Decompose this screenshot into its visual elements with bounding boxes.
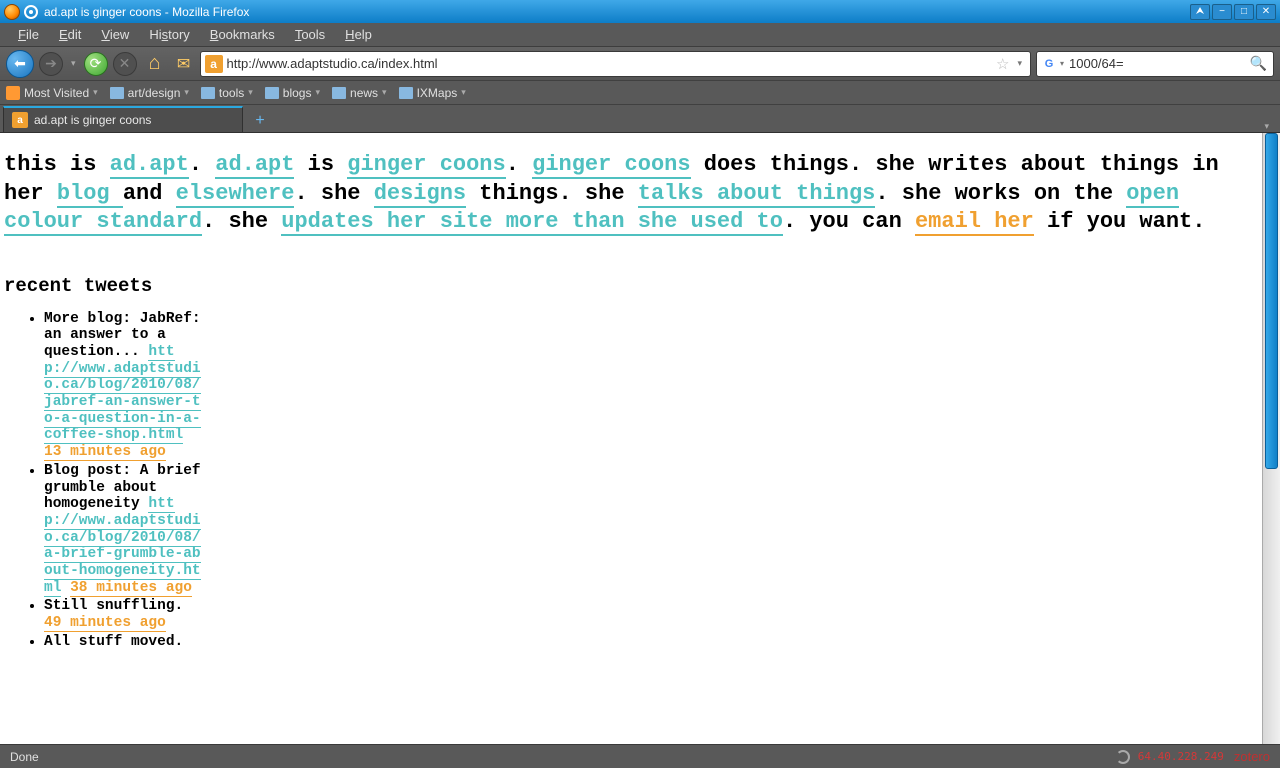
- link-ginger-2[interactable]: ginger coons: [532, 152, 690, 179]
- chevron-down-icon: ▾: [93, 87, 98, 98]
- folder-icon: [265, 87, 279, 99]
- menu-bar: File Edit View History Bookmarks Tools H…: [0, 23, 1280, 47]
- bookmark-label: news: [350, 86, 378, 100]
- link-blog[interactable]: blog: [57, 181, 123, 208]
- intro-paragraph: this is ad.apt. ad.apt is ginger coons. …: [4, 151, 1258, 237]
- scrollbar-thumb[interactable]: [1265, 133, 1278, 469]
- bookmark-most-visited[interactable]: Most Visited ▾: [6, 86, 98, 100]
- sync-icon[interactable]: [1116, 750, 1130, 764]
- menu-bookmarks[interactable]: Bookmarks: [200, 27, 285, 42]
- url-dropdown[interactable]: ▾: [1013, 58, 1026, 69]
- tweet-item: All stuff moved.: [44, 634, 204, 651]
- zotero-button[interactable]: zotero: [1234, 749, 1270, 764]
- tweets-list: More blog: JabRef: an answer to a questi…: [4, 311, 204, 650]
- bookmark-folder-blogs[interactable]: blogs ▾: [265, 86, 320, 100]
- bookmark-folder-news[interactable]: news ▾: [332, 86, 387, 100]
- tweet-text: More blog: JabRef: an answer to a questi…: [44, 311, 201, 360]
- folder-icon: [332, 87, 346, 99]
- firefox-icon: [4, 4, 20, 20]
- new-tab-button[interactable]: +: [247, 110, 273, 132]
- menu-file[interactable]: File: [8, 27, 49, 42]
- tweet-time[interactable]: 38 minutes ago: [70, 580, 192, 597]
- chevron-down-icon: ▾: [382, 87, 387, 98]
- url-input[interactable]: [227, 56, 992, 71]
- status-ip: 64.40.228.249: [1138, 750, 1224, 763]
- folder-icon: [399, 87, 413, 99]
- menu-tools[interactable]: Tools: [285, 27, 335, 42]
- bookmark-label: art/design: [128, 86, 181, 100]
- tweet-item: Still snuffling. 49 minutes ago: [44, 598, 204, 631]
- most-visited-icon: [6, 86, 20, 100]
- nav-history-dropdown[interactable]: ▾: [68, 58, 79, 69]
- tweet-item: Blog post: A brief grumble about homogen…: [44, 463, 204, 596]
- feed-button[interactable]: ✉: [173, 53, 195, 75]
- link-adapt-1[interactable]: ad.apt: [110, 152, 189, 179]
- window-titlebar: ad.apt is ginger coons - Mozilla Firefox…: [0, 0, 1280, 23]
- search-engine-icon: G: [1041, 56, 1057, 72]
- tweet-text: Still snuffling.: [44, 598, 183, 614]
- link-adapt-2[interactable]: ad.apt: [215, 152, 294, 179]
- site-favicon: a: [205, 55, 223, 73]
- tweet-item: More blog: JabRef: an answer to a questi…: [44, 311, 204, 461]
- link-email[interactable]: email her: [915, 209, 1034, 236]
- tab-title: ad.apt is ginger coons: [34, 113, 151, 127]
- search-engine-dropdown[interactable]: ▾: [1057, 59, 1067, 68]
- window-minimize-button[interactable]: −: [1212, 4, 1232, 20]
- bookmark-star-icon[interactable]: ☆: [992, 55, 1013, 73]
- window-restore-up-button[interactable]: ⮝: [1190, 4, 1210, 20]
- tab-favicon: a: [12, 112, 28, 128]
- link-elsewhere[interactable]: elsewhere: [176, 181, 295, 208]
- status-message: Done: [10, 750, 39, 764]
- tweets-heading: recent tweets: [4, 275, 1258, 297]
- search-input[interactable]: [1069, 56, 1248, 71]
- search-bar[interactable]: G ▾ 🔍: [1036, 51, 1274, 77]
- link-ginger-1[interactable]: ginger coons: [347, 152, 505, 179]
- menu-edit[interactable]: Edit: [49, 27, 91, 42]
- chevron-down-icon: ▾: [248, 87, 253, 98]
- bookmark-folder-ixmaps[interactable]: IXMaps ▾: [399, 86, 466, 100]
- window-maximize-button[interactable]: □: [1234, 4, 1254, 20]
- all-tabs-dropdown[interactable]: ▾: [1256, 121, 1277, 132]
- menu-help[interactable]: Help: [335, 27, 382, 42]
- tweet-time[interactable]: 13 minutes ago: [44, 444, 166, 461]
- reload-button[interactable]: ⟳: [84, 52, 108, 76]
- chevron-down-icon: ▾: [315, 87, 320, 98]
- url-bar[interactable]: a ☆ ▾: [200, 51, 1031, 77]
- forward-button: ➔: [39, 52, 63, 76]
- bookmark-label: Most Visited: [24, 86, 89, 100]
- search-go-icon[interactable]: 🔍: [1248, 55, 1269, 72]
- bookmark-label: blogs: [283, 86, 312, 100]
- tweet-text: Blog post: A brief grumble about homogen…: [44, 463, 201, 512]
- tweet-time[interactable]: 49 minutes ago: [44, 615, 166, 632]
- stop-button: ✕: [113, 52, 137, 76]
- nav-toolbar: ⬅ ➔ ▾ ⟳ ✕ ⌂ ✉ a ☆ ▾ G ▾ 🔍: [0, 47, 1280, 81]
- tab-active[interactable]: a ad.apt is ginger coons: [3, 106, 243, 132]
- bookmark-label: tools: [219, 86, 244, 100]
- folder-icon: [201, 87, 215, 99]
- tab-bar: a ad.apt is ginger coons + ▾: [0, 105, 1280, 133]
- status-bar: Done 64.40.228.249 zotero: [0, 744, 1280, 768]
- page-content: this is ad.apt. ad.apt is ginger coons. …: [0, 133, 1262, 744]
- window-title: ad.apt is ginger coons - Mozilla Firefox: [44, 5, 1188, 19]
- bookmarks-toolbar: Most Visited ▾ art/design ▾ tools ▾ blog…: [0, 81, 1280, 105]
- vertical-scrollbar[interactable]: [1262, 133, 1280, 744]
- bookmark-label: IXMaps: [417, 86, 458, 100]
- menu-view[interactable]: View: [91, 27, 139, 42]
- content-viewport: this is ad.apt. ad.apt is ginger coons. …: [0, 133, 1280, 744]
- document-icon: [24, 5, 38, 19]
- chevron-down-icon: ▾: [184, 87, 189, 98]
- folder-icon: [110, 87, 124, 99]
- chevron-down-icon: ▾: [461, 87, 466, 98]
- bookmark-folder-art-design[interactable]: art/design ▾: [110, 86, 189, 100]
- link-talks[interactable]: talks about things: [638, 181, 876, 208]
- menu-history[interactable]: History: [139, 27, 199, 42]
- home-button[interactable]: ⌂: [142, 51, 168, 77]
- tweet-text: All stuff moved.: [44, 634, 183, 650]
- back-button[interactable]: ⬅: [6, 50, 34, 78]
- window-close-button[interactable]: ✕: [1256, 4, 1276, 20]
- link-updates[interactable]: updates her site more than she used to: [281, 209, 783, 236]
- bookmark-folder-tools[interactable]: tools ▾: [201, 86, 253, 100]
- link-designs[interactable]: designs: [374, 181, 466, 208]
